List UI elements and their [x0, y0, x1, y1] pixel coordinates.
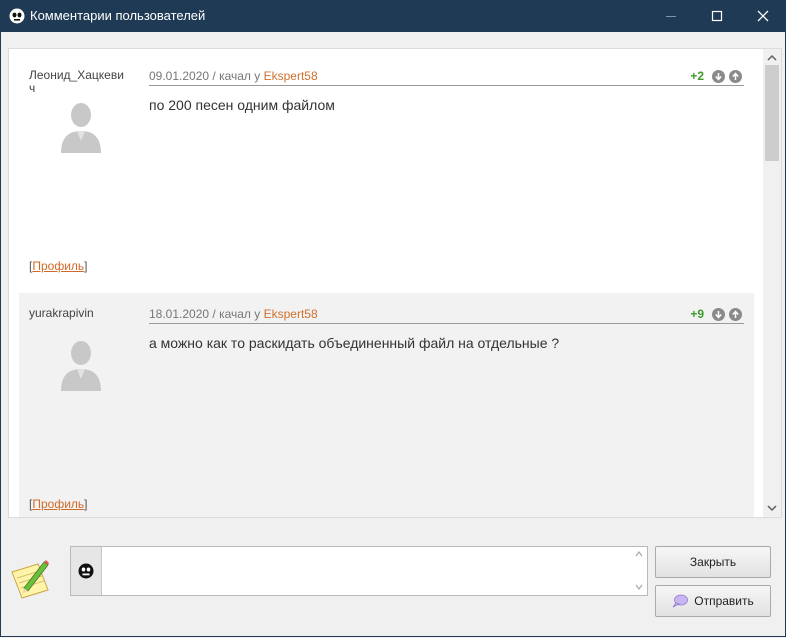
bracket-close: ] — [84, 259, 88, 273]
title-bar: Комментарии пользователей — [0, 0, 786, 32]
send-button[interactable]: Отправить — [655, 585, 771, 617]
minimize-icon — [666, 16, 676, 17]
app-logo-icon — [9, 8, 25, 24]
scroll-up-icon[interactable] — [767, 53, 777, 63]
scrollbar-thumb[interactable] — [765, 65, 779, 161]
comment-author: yurakrapivin — [29, 306, 94, 320]
vote-up-button[interactable] — [729, 308, 742, 321]
arrow-up-icon — [732, 310, 739, 318]
profile-link[interactable]: Профиль — [32, 259, 84, 273]
profile-link-wrapper: [Профиль] — [29, 497, 88, 511]
comment-author: Леонид_Хацкевич — [29, 68, 124, 95]
send-button-label: Отправить — [694, 594, 754, 608]
comment-score: +2 — [690, 69, 704, 83]
close-icon — [757, 10, 769, 22]
close-button-label: Закрыть — [689, 555, 737, 569]
maximize-button[interactable] — [694, 0, 740, 32]
comment-meta-separator: / качал у — [209, 69, 264, 83]
scroll-down-icon[interactable] — [635, 584, 643, 590]
arrow-up-icon — [732, 72, 739, 80]
source-user-link[interactable]: Ekspert58 — [264, 69, 318, 83]
minimize-button[interactable] — [648, 0, 694, 32]
vote-up-button[interactable] — [729, 70, 742, 83]
notepad-pencil-icon — [11, 560, 49, 599]
comment-meta: 18.01.2020 / качал у Ekspert58 +9 — [149, 307, 744, 324]
arrow-down-icon — [715, 311, 722, 319]
vote-down-button[interactable] — [712, 70, 725, 83]
comment-meta-separator: / качал у — [209, 307, 264, 321]
avatar-placeholder-icon — [61, 341, 101, 391]
message-input[interactable] — [102, 547, 636, 599]
message-composer — [70, 546, 648, 599]
vote-down-button[interactable] — [712, 308, 725, 321]
comment-date: 09.01.2020 — [149, 69, 210, 83]
scroll-down-icon[interactable] — [767, 503, 777, 513]
emoji-button[interactable] — [71, 547, 102, 595]
arrow-down-icon — [715, 73, 722, 81]
speech-bubble-icon — [672, 594, 689, 608]
emoji-icon — [78, 563, 94, 579]
profile-link[interactable]: Профиль — [32, 497, 84, 511]
comments-list[interactable]: Леонид_Хацкевич [Профиль] 09.01.2020 / к… — [8, 48, 782, 518]
window-title: Комментарии пользователей — [30, 8, 206, 23]
comment-date: 18.01.2020 — [149, 307, 210, 321]
close-window-button[interactable] — [740, 0, 786, 32]
comment-meta: 09.01.2020 / качал у Ekspert58 +2 — [149, 69, 744, 86]
comment-text: а можно как то раскидать объединенный фа… — [149, 335, 560, 351]
source-user-link[interactable]: Ekspert58 — [264, 307, 318, 321]
maximize-icon — [711, 10, 723, 22]
comment-score: +9 — [690, 307, 704, 321]
profile-link-wrapper: [Профиль] — [29, 259, 88, 273]
message-input-scrollbar[interactable] — [631, 547, 647, 595]
close-button[interactable]: Закрыть — [655, 546, 771, 578]
bracket-close: ] — [84, 497, 88, 511]
vertical-scrollbar[interactable] — [763, 49, 781, 517]
comment-item: yurakrapivin [Профиль] 18.01.2020 / кача… — [19, 293, 754, 517]
avatar-placeholder-icon — [61, 103, 101, 153]
scroll-up-icon[interactable] — [635, 551, 643, 557]
comment-text: по 200 песен одним файлом — [149, 97, 335, 113]
comment-item: Леонид_Хацкевич [Профиль] 09.01.2020 / к… — [19, 55, 754, 287]
